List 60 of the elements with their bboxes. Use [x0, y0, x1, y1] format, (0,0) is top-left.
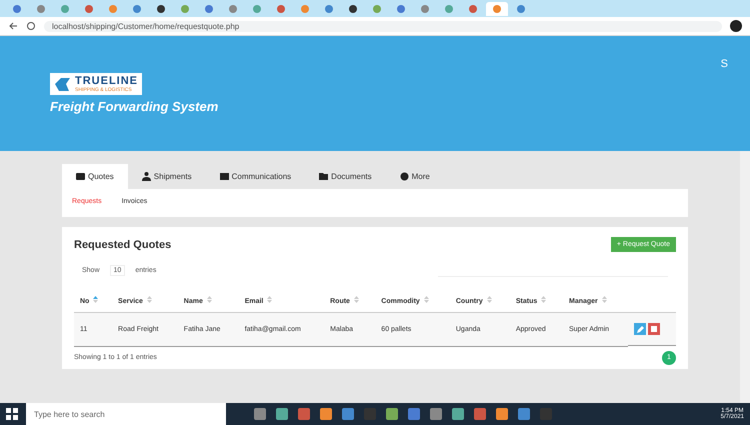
- taskbar-app-icon[interactable]: [298, 408, 310, 420]
- favicon-icon: [373, 4, 381, 12]
- folder-icon: [319, 172, 328, 181]
- favicon-icon: [61, 4, 69, 12]
- favicon-icon: [421, 4, 429, 12]
- reload-icon[interactable]: [26, 21, 36, 31]
- taskbar-app-icon[interactable]: [430, 408, 442, 420]
- taskbar-app-icon[interactable]: [320, 408, 332, 420]
- app-title: Freight Forwarding System: [50, 99, 218, 114]
- taskbar-app-icon[interactable]: [496, 408, 508, 420]
- favicon-icon: [277, 4, 285, 12]
- taskbar-app-icon[interactable]: [540, 408, 552, 420]
- taskbar-app-icon[interactable]: [474, 408, 486, 420]
- taskbar-app-icon[interactable]: [518, 408, 530, 420]
- scrollbar[interactable]: [740, 151, 750, 403]
- taskbar-app-icon[interactable]: [342, 408, 354, 420]
- nav-tab[interactable]: Documents: [305, 164, 386, 189]
- favicon-icon: [445, 4, 453, 12]
- square-icon: [651, 326, 658, 332]
- circle-icon: [400, 172, 409, 181]
- profile-icon[interactable]: [730, 20, 742, 32]
- favicon-icon: [325, 4, 333, 12]
- panel-title: Requested Quotes: [74, 238, 172, 250]
- favicon-icon: [517, 4, 525, 12]
- favicon-icon: [469, 4, 477, 12]
- favicon-icon: [493, 4, 501, 12]
- taskbar-app-icon[interactable]: [254, 408, 266, 420]
- favicon-icon: [109, 4, 117, 12]
- pencil-icon: [636, 326, 644, 332]
- start-icon[interactable]: [6, 408, 18, 420]
- taskbar-app-icon[interactable]: [276, 408, 288, 420]
- favicon-icon: [301, 4, 309, 12]
- taskbar-app-icon[interactable]: [364, 408, 376, 420]
- nav-tab[interactable]: Quotes: [62, 164, 128, 189]
- favicon-icon: [229, 4, 237, 12]
- delete-button[interactable]: [648, 323, 660, 335]
- address-field[interactable]: localhost/shipping/Customer/home/requestquote.php: [44, 20, 722, 32]
- edit-button[interactable]: [634, 323, 646, 335]
- favicon-icon: [37, 4, 45, 12]
- favicon-icon: [85, 4, 93, 12]
- nav-tab[interactable]: More: [386, 164, 444, 189]
- taskbar-app-icon[interactable]: [408, 408, 420, 420]
- favicon-icon: [157, 4, 165, 12]
- favicon-icon: [253, 4, 261, 12]
- favicon-icon: [13, 4, 21, 12]
- taskbar-search-field[interactable]: Type here to search: [26, 403, 226, 425]
- logo-mark-icon: [54, 76, 72, 92]
- favicon-icon: [397, 4, 405, 12]
- favicon-icon: [349, 4, 357, 12]
- favicon-icon: [133, 4, 141, 12]
- taskbar-app-icon[interactable]: [386, 408, 398, 420]
- note-icon: [76, 172, 85, 181]
- nav-tab[interactable]: Shipments: [128, 164, 206, 189]
- favicon-icon: [181, 4, 189, 12]
- back-icon[interactable]: [8, 21, 18, 31]
- envelope-icon: [220, 172, 229, 181]
- person-icon: [142, 172, 151, 181]
- favicon-icon: [205, 4, 213, 12]
- nav-tab[interactable]: Communications: [206, 164, 306, 189]
- taskbar-app-icon[interactable]: [452, 408, 464, 420]
